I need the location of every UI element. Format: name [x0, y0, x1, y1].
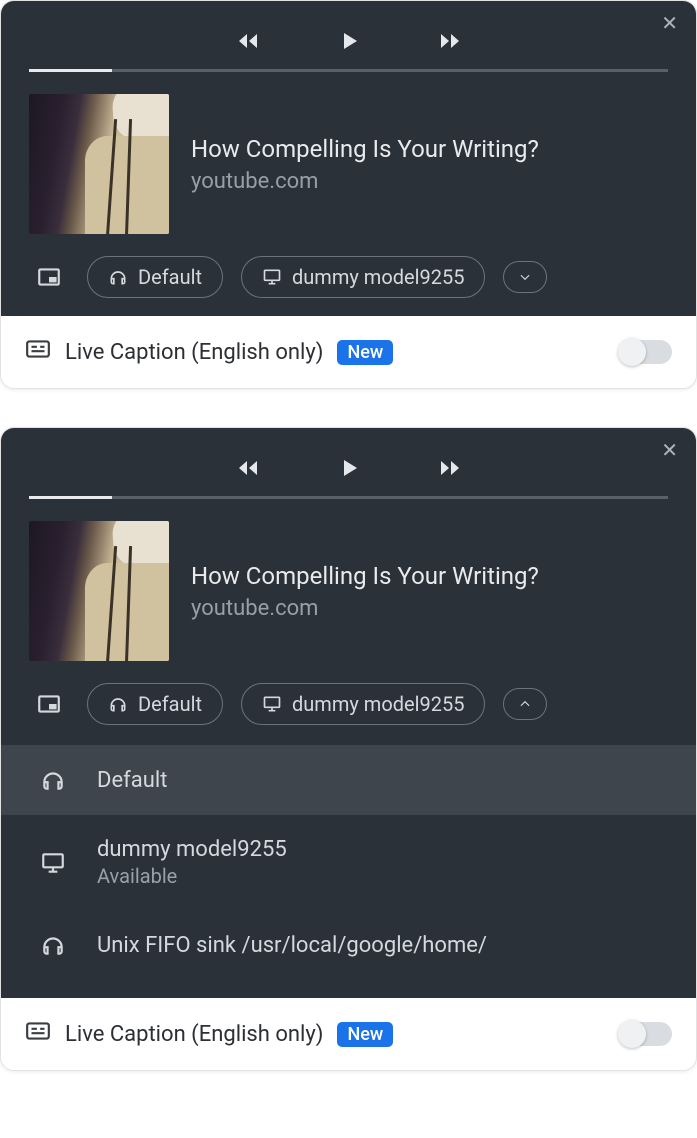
- media-info-row: How Compelling Is Your Writing? youtube.…: [1, 72, 696, 256]
- device-list: Default dummy model9255 Available Unix F…: [1, 745, 696, 980]
- expand-devices-button[interactable]: [503, 261, 547, 293]
- media-thumbnail: [29, 94, 169, 234]
- device-status: Available: [97, 864, 287, 888]
- device-chip[interactable]: dummy model9255: [241, 256, 485, 298]
- device-name: Default: [97, 768, 167, 793]
- previous-icon[interactable]: [235, 29, 259, 53]
- caption-label: Live Caption (English only): [65, 1022, 323, 1047]
- next-icon[interactable]: [439, 29, 463, 53]
- chip-row: Default dummy model9255: [1, 256, 696, 298]
- device-item-default[interactable]: Default: [1, 745, 696, 815]
- chip-label: dummy model9255: [292, 265, 464, 289]
- media-title: How Compelling Is Your Writing?: [191, 562, 539, 590]
- device-name: dummy model9255: [97, 837, 287, 862]
- play-icon[interactable]: [337, 29, 361, 53]
- caption-icon: [25, 336, 51, 368]
- progress-bar[interactable]: [29, 69, 668, 72]
- default-output-chip[interactable]: Default: [87, 256, 223, 298]
- media-info-row: How Compelling Is Your Writing? youtube.…: [1, 499, 696, 683]
- media-source: youtube.com: [191, 169, 539, 194]
- default-output-chip[interactable]: Default: [87, 683, 223, 725]
- media-panel-collapsed: ✕ How Compelling Is Your Writing? youtub…: [0, 0, 697, 389]
- close-icon[interactable]: ✕: [661, 11, 678, 35]
- next-icon[interactable]: [439, 456, 463, 480]
- monitor-icon: [39, 850, 67, 876]
- caption-label: Live Caption (English only): [65, 340, 323, 365]
- caption-icon: [25, 1018, 51, 1050]
- device-name: Unix FIFO sink /usr/local/google/home/: [97, 933, 487, 958]
- chip-label: Default: [138, 265, 202, 289]
- progress-fill: [29, 69, 112, 72]
- headphones-icon: [39, 932, 67, 958]
- chip-label: Default: [138, 692, 202, 716]
- new-badge: New: [337, 340, 393, 365]
- pip-icon[interactable]: [29, 684, 69, 724]
- media-panel-expanded: ✕ How Compelling Is Your Writing? youtub…: [0, 427, 697, 1071]
- media-source: youtube.com: [191, 596, 539, 621]
- pip-icon[interactable]: [29, 257, 69, 297]
- progress-bar[interactable]: [29, 496, 668, 499]
- headphones-icon: [39, 767, 67, 793]
- close-icon[interactable]: ✕: [661, 438, 678, 462]
- media-title: How Compelling Is Your Writing?: [191, 135, 539, 163]
- device-item-fifo[interactable]: Unix FIFO sink /usr/local/google/home/: [1, 910, 696, 980]
- progress-fill: [29, 496, 112, 499]
- media-controls: [1, 428, 696, 496]
- previous-icon[interactable]: [235, 456, 259, 480]
- caption-toggle[interactable]: [620, 1022, 672, 1046]
- chip-label: dummy model9255: [292, 692, 464, 716]
- chip-row: Default dummy model9255: [1, 683, 696, 725]
- device-item-model[interactable]: dummy model9255 Available: [1, 815, 696, 910]
- media-controls: [1, 1, 696, 69]
- new-badge: New: [337, 1022, 393, 1047]
- media-text: How Compelling Is Your Writing? youtube.…: [191, 562, 539, 621]
- play-icon[interactable]: [337, 456, 361, 480]
- live-caption-footer: Live Caption (English only) New: [1, 316, 696, 388]
- live-caption-footer: Live Caption (English only) New: [1, 998, 696, 1070]
- collapse-devices-button[interactable]: [503, 688, 547, 720]
- media-thumbnail: [29, 521, 169, 661]
- device-chip[interactable]: dummy model9255: [241, 683, 485, 725]
- media-dark-area: ✕ How Compelling Is Your Writing? youtub…: [1, 1, 696, 316]
- caption-toggle[interactable]: [620, 340, 672, 364]
- media-dark-area: ✕ How Compelling Is Your Writing? youtub…: [1, 428, 696, 998]
- media-text: How Compelling Is Your Writing? youtube.…: [191, 135, 539, 194]
